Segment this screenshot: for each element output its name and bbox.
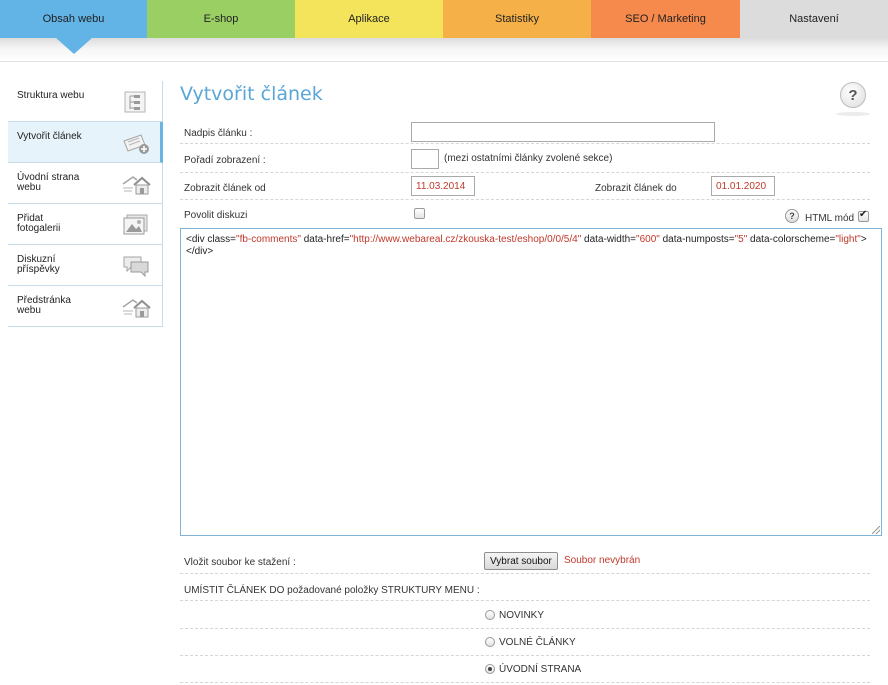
home-icon — [122, 299, 151, 318]
discussion-label: Povolit diskuzi — [184, 210, 248, 221]
sidebar-item-vytvorit-clanek[interactable]: Vytvořit článek — [8, 122, 163, 163]
radio-uvodni-strana[interactable] — [485, 664, 495, 674]
sidebar: Struktura webu Vytvořit článek Úvodní st… — [8, 81, 163, 327]
row-divider — [180, 600, 870, 601]
tab-aplikace[interactable]: Aplikace — [295, 0, 443, 38]
row-divider — [180, 172, 870, 173]
tab-label: E-shop — [203, 13, 239, 25]
help-icon-shadow — [836, 112, 870, 116]
help-icon[interactable]: ? — [840, 82, 866, 108]
heading-input[interactable] — [411, 122, 715, 142]
radio-label: VOLNÉ ČLÁNKY — [499, 637, 576, 648]
radio-label: NOVINKY — [499, 610, 545, 621]
sitemap-icon — [124, 91, 146, 113]
chat-icon — [123, 256, 149, 278]
sidebar-item-predstranka-webu[interactable]: Předstránka webu — [8, 286, 163, 327]
row-divider — [180, 143, 870, 144]
sidebar-item-uvodni-strana[interactable]: Úvodní strana webu — [8, 163, 163, 204]
html-help-icon[interactable]: ? — [785, 209, 799, 223]
tab-seo-marketing[interactable]: SEO / Marketing — [591, 0, 740, 38]
page-title: Vytvořit článek — [180, 83, 323, 105]
tab-label: Aplikace — [348, 13, 390, 25]
row-divider — [180, 628, 870, 629]
order-note: (mezi ostatními články zvolené sekce) — [444, 153, 613, 164]
heading-label: Nadpis článku : — [184, 128, 253, 139]
active-tab-arrow — [55, 38, 92, 54]
sidebar-item-pridat-fotogalerii[interactable]: Přidat fotogalerii — [8, 204, 163, 245]
file-label: Vložit soubor ke stažení : — [184, 557, 296, 568]
sidebar-item-label: Úvodní strana webu — [17, 172, 80, 193]
order-label: Pořadí zobrazení : — [184, 155, 266, 166]
radio-volne-clanky[interactable] — [485, 637, 495, 647]
discussion-checkbox[interactable] — [414, 208, 425, 219]
top-navigation: Obsah webu E-shop Aplikace Statistiky SE… — [0, 0, 888, 62]
date-to-input[interactable] — [711, 176, 775, 196]
home-icon — [122, 176, 151, 195]
choose-file-button[interactable]: Vybrat soubor — [484, 552, 558, 570]
editor-code: <div class="fb-comments" data-href="http… — [186, 234, 867, 257]
tab-label: Nastavení — [789, 13, 839, 25]
sidebar-item-label: Diskuzní příspěvky — [17, 254, 60, 275]
tab-nastaveni[interactable]: Nastavení — [740, 0, 888, 38]
file-status: Soubor nevybrán — [564, 555, 641, 566]
tab-label: Statistiky — [494, 13, 539, 25]
resize-handle[interactable] — [872, 526, 880, 534]
tab-obsah-webu[interactable]: Obsah webu — [0, 0, 147, 54]
add-document-icon — [123, 134, 149, 154]
html-editor[interactable]: <div class="fb-comments" data-href="http… — [180, 228, 882, 536]
tab-label: SEO / Marketing — [625, 13, 706, 25]
date-to-label: Zobrazit článek do — [595, 183, 677, 194]
tab-e-shop[interactable]: E-shop — [147, 0, 295, 38]
date-from-input[interactable] — [411, 176, 475, 196]
row-divider — [180, 199, 870, 200]
html-mode-checkbox[interactable] — [858, 209, 869, 222]
gallery-icon — [123, 214, 148, 235]
radio-label: ÚVODNÍ STRANA — [499, 664, 582, 675]
sidebar-item-struktura-webu[interactable]: Struktura webu — [8, 81, 163, 122]
row-divider — [180, 655, 870, 656]
sidebar-item-diskuzni-prispevky[interactable]: Diskuzní příspěvky — [8, 245, 163, 286]
radio-novinky[interactable] — [485, 610, 495, 620]
tab-statistiky[interactable]: Statistiky — [443, 0, 591, 38]
row-divider — [180, 682, 870, 683]
row-divider — [180, 573, 870, 574]
menu-placement-label: UMÍSTIT ČLÁNEK DO požadované položky STR… — [184, 585, 480, 596]
order-input[interactable] — [411, 149, 439, 169]
date-from-label: Zobrazit článek od — [184, 183, 266, 194]
sidebar-item-label: Vytvořit článek — [17, 131, 82, 142]
nav-shadow — [0, 38, 888, 62]
tab-label: Obsah webu — [42, 13, 105, 25]
sidebar-item-label: Předstránka webu — [17, 295, 71, 316]
sidebar-item-label: Přidat fotogalerii — [17, 213, 61, 234]
sidebar-item-label: Struktura webu — [17, 90, 85, 101]
html-mode-label: HTML mód — [805, 213, 855, 224]
